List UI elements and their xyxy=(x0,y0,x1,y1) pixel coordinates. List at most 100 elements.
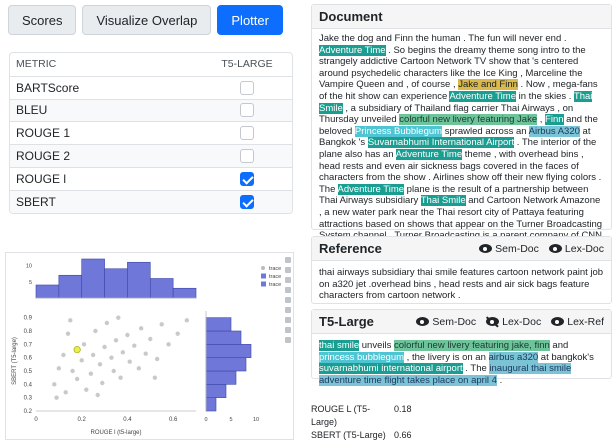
lex-doc-label: Lex-Doc xyxy=(502,315,542,328)
lex-doc-toggle[interactable]: Lex-Doc xyxy=(486,316,541,328)
score-row: ROUGE L (T5-Large) 0.18 xyxy=(311,403,412,429)
t5-large-card: T5-Large Sem-Doc Lex-Doc Lex-Ref thai sm… xyxy=(311,309,612,386)
text-span: , the livery is on an xyxy=(404,351,489,363)
metric-checkbox[interactable] xyxy=(240,80,254,95)
highlighted-phrase: princess bubblegum xyxy=(319,351,405,363)
histogram-bar xyxy=(205,344,252,358)
histogram-bar xyxy=(104,268,128,299)
toolbar-icon xyxy=(285,287,291,293)
scatter-point xyxy=(79,358,84,363)
scatter-point xyxy=(127,359,132,364)
scatter-point xyxy=(184,318,190,323)
highlighted-phrase: suvarnabhumi international airport xyxy=(319,363,463,375)
metric-checkbox[interactable] xyxy=(240,126,254,141)
eye-icon xyxy=(551,317,565,326)
document-header: Document xyxy=(312,5,611,29)
scatter-point xyxy=(143,351,148,356)
scatter-point xyxy=(111,368,116,374)
metric-checkbox[interactable] xyxy=(240,149,254,164)
y-tick-label: 0.5 xyxy=(24,369,33,375)
histogram-bar xyxy=(205,357,247,372)
y-tick-label: 0.2 xyxy=(24,409,33,415)
legend-label: trace xyxy=(269,282,281,288)
t5-large-text: thai smile unveils colorful new livery f… xyxy=(312,334,611,390)
reference-header: Reference Sem-Doc Lex-Doc xyxy=(312,237,611,261)
text-span: in the skies . xyxy=(516,90,574,102)
scatter-point xyxy=(125,332,130,338)
y-tick-label: 0.6 xyxy=(24,356,33,362)
scatter-point xyxy=(100,380,105,386)
metric-cell xyxy=(202,194,292,209)
hist-tick-label: 5 xyxy=(29,280,32,286)
toolbar-icon xyxy=(285,297,291,303)
histogram-bar xyxy=(205,317,232,332)
score-label: SBERT (T5-Large) xyxy=(311,430,386,440)
metric-row: ROUGE 1 xyxy=(10,121,292,144)
highlighted-phrase: Thai Smile xyxy=(420,195,466,207)
scatter-point xyxy=(74,376,80,382)
highlighted-phrase: airbus a320 xyxy=(488,351,539,363)
scatter-point xyxy=(118,375,123,380)
metric-row: BARTScore xyxy=(10,75,292,99)
sem-doc-label: Sem-Doc xyxy=(495,242,539,255)
histogram-bar xyxy=(149,278,174,299)
highlighted-phrase: Adventure Time xyxy=(395,148,463,160)
metric-row: SBERT xyxy=(10,189,292,213)
highlighted-phrase: Jake and Finn xyxy=(458,79,518,91)
y-tick-label: 0.4 xyxy=(24,382,33,388)
visualize-overlap-button[interactable]: Visualize Overlap xyxy=(82,5,212,35)
toolbar-icon xyxy=(285,277,291,283)
metric-cell xyxy=(202,103,292,118)
sem-doc-toggle[interactable]: Sem-Doc xyxy=(479,243,539,255)
y-tick-label: 0.7 xyxy=(24,342,33,348)
metric-name: BLEU xyxy=(16,103,48,118)
scatter-plot-panel[interactable]: 0 0.2 0.4 0.6 0.2 0.3 0.4 0.5 0.6 0.7 0.8 0.9 ROUGE … xyxy=(5,252,294,440)
highlighted-phrase: Suvarnabhumi International Airport xyxy=(367,137,515,149)
toolbar-icon xyxy=(285,257,291,263)
metric-checkbox[interactable] xyxy=(240,194,254,209)
highlighted-phrase: colorful new livery featuring Jake xyxy=(399,114,538,126)
scatter-point xyxy=(95,392,100,398)
legend-marker xyxy=(261,266,265,270)
scatter-plot[interactable]: 0 0.2 0.4 0.60.20.30.40.50.60.70.80.9ROUGE … xyxy=(6,253,295,441)
metric-cell xyxy=(202,149,292,164)
scatter-point xyxy=(84,387,89,392)
metric-checkbox[interactable] xyxy=(240,103,254,118)
metric-checkbox[interactable] xyxy=(240,171,254,186)
histogram-bar xyxy=(205,397,217,412)
hist-tick-label: 10 xyxy=(26,264,32,270)
lex-ref-label: Lex-Ref xyxy=(567,315,604,328)
legend-marker xyxy=(261,273,266,279)
x-tick-label: 0.6 xyxy=(169,417,178,423)
lex-ref-toggle[interactable]: Lex-Ref xyxy=(551,316,604,328)
scatter-point xyxy=(93,328,98,334)
histogram-bar xyxy=(205,384,227,398)
scatter-point xyxy=(166,342,171,347)
metric-row: ROUGE 2 xyxy=(10,144,292,167)
plotter-button[interactable]: Plotter xyxy=(217,5,283,35)
scatter-point xyxy=(136,366,142,371)
metric-name: ROUGE l xyxy=(16,171,67,186)
metric-table-header: METRIC T5-LARGE xyxy=(10,53,292,76)
lex-doc-label: Lex-Doc xyxy=(564,242,604,255)
scores-button[interactable]: Scores xyxy=(8,5,77,35)
toolbar-icon xyxy=(285,317,291,323)
scatter-point xyxy=(65,331,71,336)
scatter-point xyxy=(159,322,164,327)
text-span: and xyxy=(549,340,569,351)
y-axis-label: SBERT (T5-large) xyxy=(12,337,18,385)
legend-label: trace xyxy=(269,266,281,272)
text-span: at bangkok's xyxy=(538,351,594,363)
highlighted-phrase: Airbus A320 xyxy=(528,125,580,137)
scatter-point xyxy=(88,371,94,376)
text-span: . The xyxy=(462,363,490,375)
lex-doc-toggle[interactable]: Lex-Doc xyxy=(548,242,604,255)
histogram-bar xyxy=(205,330,242,345)
scatter-point xyxy=(132,343,137,348)
metric-name: SBERT xyxy=(16,194,56,209)
sem-doc-toggle[interactable]: Sem-Doc xyxy=(416,316,476,328)
scatter-point xyxy=(104,320,110,326)
histogram-bar xyxy=(81,258,105,299)
highlighted-phrase: Finn xyxy=(545,114,564,126)
scatter-point xyxy=(102,344,107,350)
